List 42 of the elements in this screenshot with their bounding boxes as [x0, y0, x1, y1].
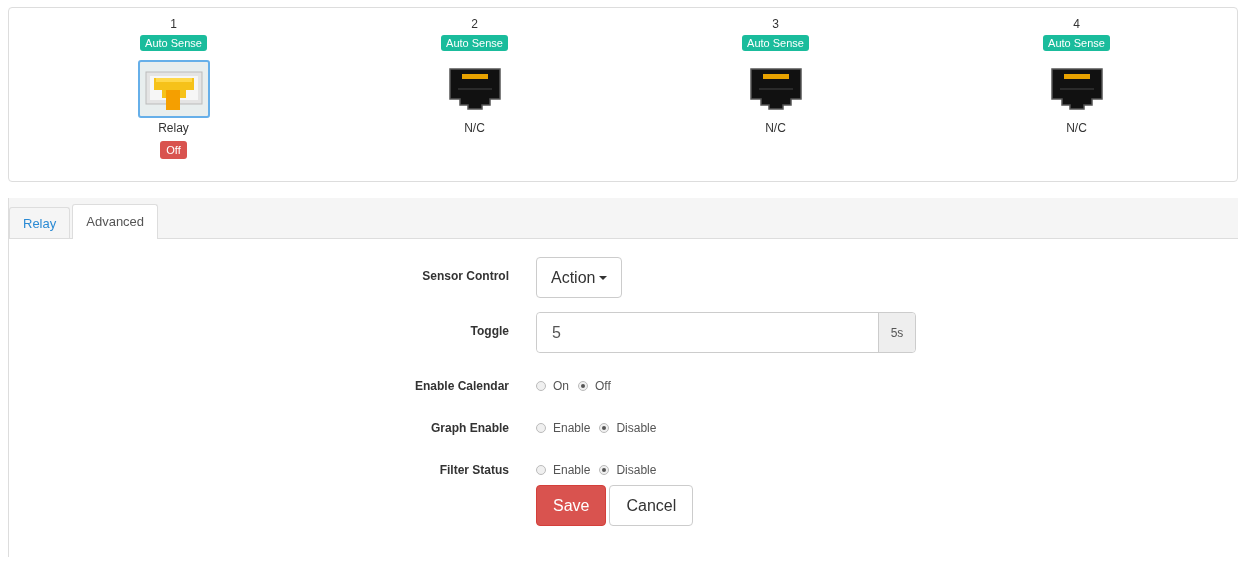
status-badge: Off — [160, 141, 187, 159]
radio-label: Off — [595, 379, 611, 393]
ethernet-port-icon — [1049, 67, 1104, 111]
port-number: 1 — [170, 17, 177, 33]
ethernet-port-icon — [447, 67, 502, 111]
radio-button[interactable] — [536, 465, 546, 475]
mode-badge: Auto Sense — [140, 35, 207, 51]
save-button[interactable]: Save — [536, 485, 607, 526]
radio-button[interactable] — [599, 423, 610, 433]
radio-button[interactable] — [578, 381, 588, 391]
caret-icon — [599, 275, 608, 280]
toggle-input-field[interactable]: 5 5s — [536, 312, 916, 353]
radio-button[interactable] — [599, 465, 610, 475]
port-label: N/C — [1066, 121, 1087, 135]
radio-label: Enable — [553, 421, 591, 435]
radio-button[interactable] — [536, 381, 546, 391]
port-tile[interactable] — [137, 60, 210, 118]
field-label: Enable Calendar — [413, 378, 509, 393]
mode-badge: Auto Sense — [441, 35, 508, 51]
radio-button[interactable] — [536, 423, 546, 433]
field-label: Sensor Control — [421, 268, 509, 283]
port-label: Relay — [158, 121, 189, 135]
action-dropdown[interactable]: Action — [536, 257, 623, 298]
port-number: 4 — [1073, 17, 1080, 33]
mode-badge: Auto Sense — [1043, 35, 1110, 51]
cancel-button[interactable]: Cancel — [609, 485, 694, 526]
radio-label: On — [553, 379, 569, 393]
radio-label: Enable — [553, 463, 591, 477]
mode-badge: Auto Sense — [742, 35, 809, 51]
field-label: Graph Enable — [429, 420, 509, 435]
port-number: 3 — [772, 17, 779, 33]
port-label: N/C — [464, 121, 485, 135]
unit-addon: 5s — [878, 313, 915, 352]
tab[interactable]: Relay — [9, 207, 71, 238]
field-label: Toggle — [469, 323, 509, 338]
radio-label: Disable — [616, 463, 657, 477]
port-number: 2 — [471, 17, 478, 33]
tab[interactable]: Advanced — [72, 204, 159, 239]
radio-label: Disable — [616, 421, 657, 435]
field-label: Filter Status — [438, 462, 509, 477]
port-label: N/C — [765, 121, 786, 135]
ethernet-port-icon — [748, 67, 803, 111]
